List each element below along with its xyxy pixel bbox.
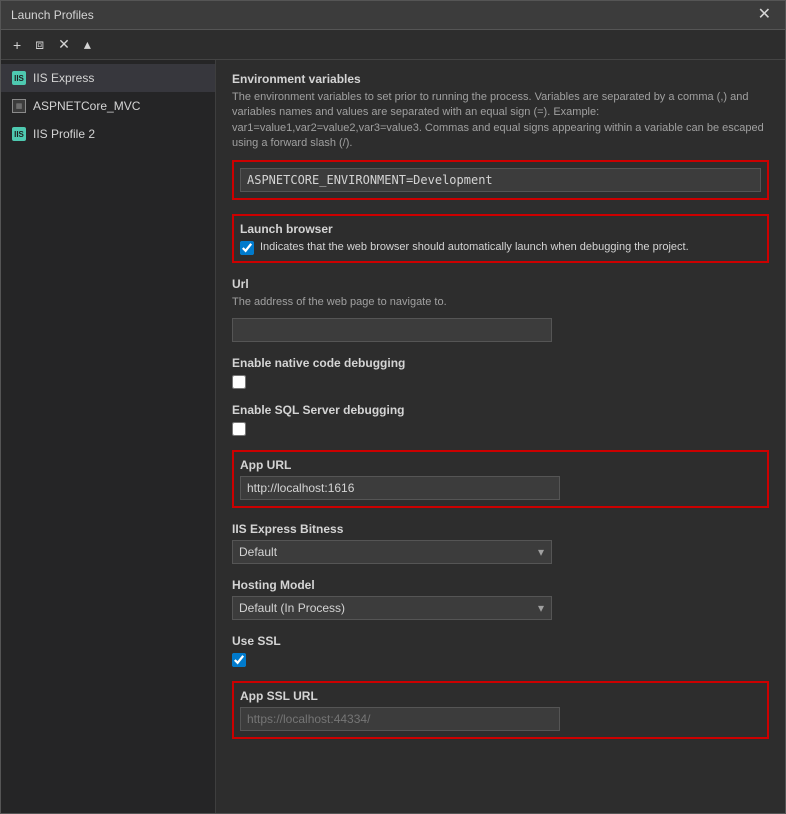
launch-browser-label: Indicates that the web browser should au…: [260, 240, 689, 255]
launch-browser-title: Launch browser: [240, 222, 761, 236]
use-ssl-checkbox[interactable]: [232, 653, 246, 667]
app-ssl-url-title: App SSL URL: [240, 689, 761, 703]
iis-bitness-select[interactable]: Default x86 x64: [232, 540, 552, 564]
iis-profile2-icon: IIS: [11, 126, 27, 142]
app-url-input[interactable]: [240, 476, 560, 500]
remove-profile-button[interactable]: ✕: [54, 34, 74, 55]
sidebar-item-aspnetcore-mvc[interactable]: ▦ ASPNETCore_MVC: [1, 92, 215, 120]
url-section: Url The address of the web page to navig…: [232, 277, 769, 342]
move-up-button[interactable]: ▴: [80, 34, 95, 55]
use-ssl-title: Use SSL: [232, 634, 769, 648]
close-button[interactable]: ✕: [754, 7, 775, 23]
iis-bitness-wrapper: Default x86 x64: [232, 540, 552, 564]
sidebar-item-label: IIS Express: [33, 71, 94, 85]
aspnetcore-icon: ▦: [11, 98, 27, 114]
hosting-model-section: Hosting Model Default (In Process) In Pr…: [232, 578, 769, 620]
dialog-title: Launch Profiles: [11, 8, 94, 22]
iis-bitness-section: IIS Express Bitness Default x86 x64: [232, 522, 769, 564]
sidebar-item-label: IIS Profile 2: [33, 127, 95, 141]
url-title: Url: [232, 277, 769, 291]
launch-browser-checkbox[interactable]: [240, 241, 254, 255]
profile-list: IIS IIS Express ▦ ASPNETCore_MVC IIS IIS…: [1, 60, 216, 813]
hosting-model-select[interactable]: Default (In Process) In Process Out Of P…: [232, 596, 552, 620]
app-ssl-url-input[interactable]: [240, 707, 560, 731]
app-url-title: App URL: [240, 458, 761, 472]
use-ssl-section: Use SSL: [232, 634, 769, 667]
env-vars-section: Environment variables The environment va…: [232, 72, 769, 200]
env-vars-input[interactable]: [240, 168, 761, 192]
native-debug-section: Enable native code debugging: [232, 356, 769, 389]
hosting-model-title: Hosting Model: [232, 578, 769, 592]
sql-debug-title: Enable SQL Server debugging: [232, 403, 769, 417]
sidebar-item-label: ASPNETCore_MVC: [33, 99, 140, 113]
sql-debug-section: Enable SQL Server debugging: [232, 403, 769, 436]
env-vars-title: Environment variables: [232, 72, 769, 86]
env-vars-desc: The environment variables to set prior t…: [232, 90, 769, 152]
clone-profile-button[interactable]: ⧈: [31, 34, 48, 55]
app-ssl-url-section: App SSL URL: [232, 681, 769, 739]
settings-panel: Environment variables The environment va…: [216, 60, 785, 813]
env-vars-highlight: [232, 160, 769, 200]
launch-browser-section: Launch browser Indicates that the web br…: [232, 214, 769, 263]
iis-bitness-title: IIS Express Bitness: [232, 522, 769, 536]
sql-debug-checkbox[interactable]: [232, 422, 246, 436]
sidebar-item-iis-profile-2[interactable]: IIS IIS Profile 2: [1, 120, 215, 148]
native-debug-checkbox[interactable]: [232, 375, 246, 389]
hosting-model-wrapper: Default (In Process) In Process Out Of P…: [232, 596, 552, 620]
app-url-section: App URL: [232, 450, 769, 508]
iis-express-icon: IIS: [11, 70, 27, 86]
add-profile-button[interactable]: +: [9, 34, 25, 55]
sidebar-item-iis-express[interactable]: IIS IIS Express: [1, 64, 215, 92]
native-debug-title: Enable native code debugging: [232, 356, 769, 370]
url-input[interactable]: [232, 318, 552, 342]
url-desc: The address of the web page to navigate …: [232, 295, 769, 310]
